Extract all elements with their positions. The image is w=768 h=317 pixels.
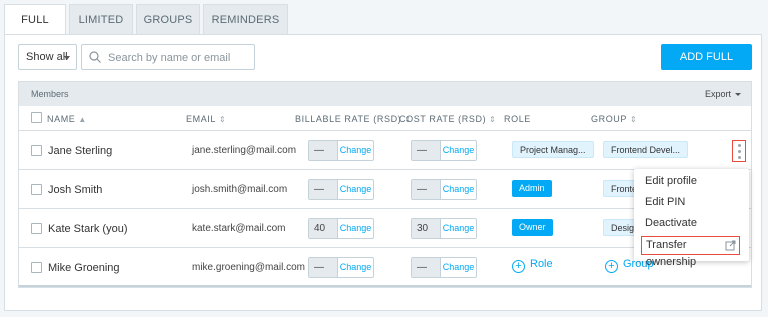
cost-rate-value: —	[412, 141, 440, 160]
billable-rate-value: 40	[309, 219, 337, 238]
role-badge[interactable]: Owner	[512, 219, 553, 236]
table-header: NAME ▲ EMAIL ⇕ BILLABLE RATE (RSD) ⇕ COST R…	[19, 106, 751, 131]
row-actions-menu: Edit profile Edit PIN Deactivate Transfe…	[634, 169, 749, 268]
table-section-title: Members	[31, 89, 69, 99]
column-header-billable-rate[interactable]: BILLABLE RATE (RSD) ⇕	[295, 114, 412, 124]
row-checkbox[interactable]	[31, 184, 42, 195]
menu-item-transfer-ownership[interactable]: Transfer ownership	[641, 236, 740, 268]
search-icon	[89, 51, 101, 63]
add-role-link[interactable]: + Role	[512, 258, 553, 273]
plus-circle-icon: +	[605, 260, 618, 273]
cost-rate-value: —	[412, 180, 440, 199]
search-input[interactable]	[108, 49, 252, 66]
row-actions-menu-button[interactable]	[732, 140, 746, 162]
column-header-role: ROLE	[504, 114, 531, 124]
menu-item-edit-pin[interactable]: Edit PIN	[645, 196, 685, 208]
cost-rate-field: 30 Change	[411, 218, 477, 239]
table-toolbar: Members Export	[19, 82, 751, 106]
change-cost-rate-button[interactable]: Change	[440, 219, 476, 238]
export-label: Export	[704, 89, 731, 99]
external-link-icon	[725, 240, 736, 251]
billable-rate-value: —	[309, 180, 337, 199]
billable-rate-field: — Change	[308, 140, 374, 161]
billable-rate-field: 40 Change	[308, 218, 374, 239]
row-checkbox[interactable]	[31, 223, 42, 234]
tab-full[interactable]: FULL	[4, 4, 66, 35]
sort-icon: ⇕	[630, 115, 638, 124]
billable-rate-field: — Change	[308, 179, 374, 200]
tab-limited[interactable]: LIMITED	[69, 4, 133, 34]
table-row: Jane Sterling jane.sterling@mail.com — C…	[19, 132, 751, 170]
billable-rate-field: — Change	[308, 257, 374, 278]
status-filter-dropdown[interactable]: Show all	[18, 44, 77, 70]
cost-rate-value: —	[412, 258, 440, 277]
chevron-down-icon	[64, 56, 70, 60]
cost-rate-field: — Change	[411, 179, 477, 200]
member-email: mike.groening@mail.com	[192, 262, 305, 273]
change-billable-rate-button[interactable]: Change	[337, 219, 373, 238]
sort-asc-icon: ▲	[78, 115, 87, 124]
tab-reminders[interactable]: REMINDERS	[203, 4, 288, 34]
change-billable-rate-button[interactable]: Change	[337, 258, 373, 277]
change-billable-rate-button[interactable]: Change	[337, 180, 373, 199]
member-name: Mike Groening	[48, 262, 120, 274]
menu-item-edit-profile[interactable]: Edit profile	[645, 175, 697, 187]
group-badge[interactable]: Frontend Devel...	[603, 141, 689, 158]
change-cost-rate-button[interactable]: Change	[440, 180, 476, 199]
column-header-group[interactable]: GROUP ⇕	[591, 114, 637, 124]
column-header-name[interactable]: NAME ▲	[47, 114, 87, 124]
row-checkbox[interactable]	[31, 145, 42, 156]
sort-icon: ⇕	[489, 115, 497, 124]
billable-rate-value: —	[309, 141, 337, 160]
member-name: Kate Stark (you)	[48, 223, 128, 235]
change-cost-rate-button[interactable]: Change	[440, 258, 476, 277]
export-dropdown[interactable]: Export	[705, 89, 741, 99]
search-box[interactable]	[81, 44, 255, 70]
status-filter-value: Show all	[26, 51, 68, 63]
menu-item-deactivate[interactable]: Deactivate	[645, 217, 697, 229]
select-all-checkbox[interactable]	[31, 112, 42, 124]
member-email: jane.sterling@mail.com	[192, 145, 297, 156]
cost-rate-field: — Change	[411, 140, 477, 161]
add-full-member-button[interactable]: ADD FULL MEMBER	[661, 44, 752, 89]
change-billable-rate-button[interactable]: Change	[337, 141, 373, 160]
plus-circle-icon: +	[512, 260, 525, 273]
member-name: Jane Sterling	[48, 145, 113, 157]
billable-rate-value: —	[309, 258, 337, 277]
column-header-cost-rate[interactable]: COST RATE (RSD) ⇕	[399, 114, 496, 124]
column-header-email[interactable]: EMAIL ⇕	[186, 114, 226, 124]
cost-rate-value: 30	[412, 219, 440, 238]
tab-groups[interactable]: GROUPS	[136, 4, 200, 34]
member-email: kate.stark@mail.com	[192, 223, 286, 234]
role-badge[interactable]: Project Manag...	[512, 141, 594, 158]
member-email: josh.smith@mail.com	[192, 184, 288, 195]
member-name: Josh Smith	[48, 184, 103, 196]
role-badge[interactable]: Admin	[512, 180, 552, 197]
cost-rate-field: — Change	[411, 257, 477, 278]
row-checkbox[interactable]	[31, 262, 42, 273]
change-cost-rate-button[interactable]: Change	[440, 141, 476, 160]
member-type-tabs: FULL LIMITED GROUPS REMINDERS	[4, 4, 291, 35]
sort-icon: ⇕	[219, 115, 227, 124]
chevron-down-icon	[735, 93, 741, 97]
